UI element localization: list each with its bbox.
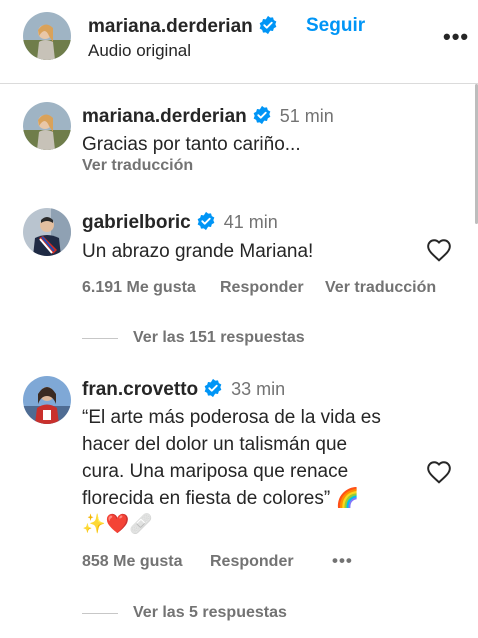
comment-time: 33 min — [231, 379, 286, 399]
see-translation-link[interactable]: Ver traducción — [82, 157, 193, 175]
comment-text-line: hacer del dolor un talismán que — [82, 434, 348, 455]
reply-button[interactable]: Responder — [210, 553, 294, 571]
replies-divider — [82, 613, 118, 614]
header-username[interactable]: mariana.derderian — [88, 15, 278, 38]
comment-time: 41 min — [223, 212, 278, 232]
avatar-fran-crovetto[interactable] — [23, 376, 71, 424]
follow-button[interactable]: Seguir — [306, 15, 365, 37]
view-replies-button[interactable]: Ver las 151 respuestas — [133, 329, 305, 347]
rainbow-emoji: 🌈 — [335, 488, 360, 509]
comment-text: Gracias por tanto cariño... — [82, 134, 301, 155]
see-translation-link[interactable]: Ver traducción — [325, 279, 436, 297]
comment-username[interactable]: fran.crovetto 33 min — [82, 378, 285, 401]
comment-username[interactable]: gabrielboric 41 min — [82, 211, 278, 234]
like-heart-icon[interactable] — [426, 238, 452, 262]
more-options-icon[interactable]: ••• — [443, 24, 469, 50]
comment-text-line: florecida en fiesta de colores” 🌈 — [82, 488, 360, 509]
avatar-mariana[interactable] — [23, 12, 71, 60]
avatar-mariana-caption[interactable] — [23, 102, 71, 150]
avatar-gabrielboric[interactable] — [23, 208, 71, 256]
comment-username[interactable]: mariana.derderian 51 min — [82, 105, 334, 128]
like-count[interactable]: 858 Me gusta — [82, 553, 182, 571]
comment-text-line: “El arte más poderosa de la vida es — [82, 407, 381, 428]
comment-text: Un abrazo grande Mariana! — [82, 241, 314, 262]
verified-badge-icon — [259, 15, 277, 35]
reply-button[interactable]: Responder — [220, 279, 304, 297]
like-heart-icon[interactable] — [426, 460, 452, 484]
emoji-line: ✨❤️🩹 — [82, 514, 153, 535]
comment-more-options-icon[interactable]: ••• — [332, 551, 353, 571]
audio-original-link[interactable]: Audio original — [88, 41, 191, 61]
replies-divider — [82, 338, 118, 339]
reel-header: mariana.derderian Seguir Audio original … — [0, 0, 478, 84]
comment-time: 51 min — [279, 106, 334, 126]
view-replies-button[interactable]: Ver las 5 respuestas — [133, 604, 287, 622]
like-count[interactable]: 6.191 Me gusta — [82, 279, 196, 297]
verified-badge-icon — [197, 211, 215, 231]
comment-text-line: cura. Una mariposa que renace — [82, 461, 349, 482]
verified-badge-icon — [253, 105, 271, 125]
verified-badge-icon — [204, 378, 222, 398]
